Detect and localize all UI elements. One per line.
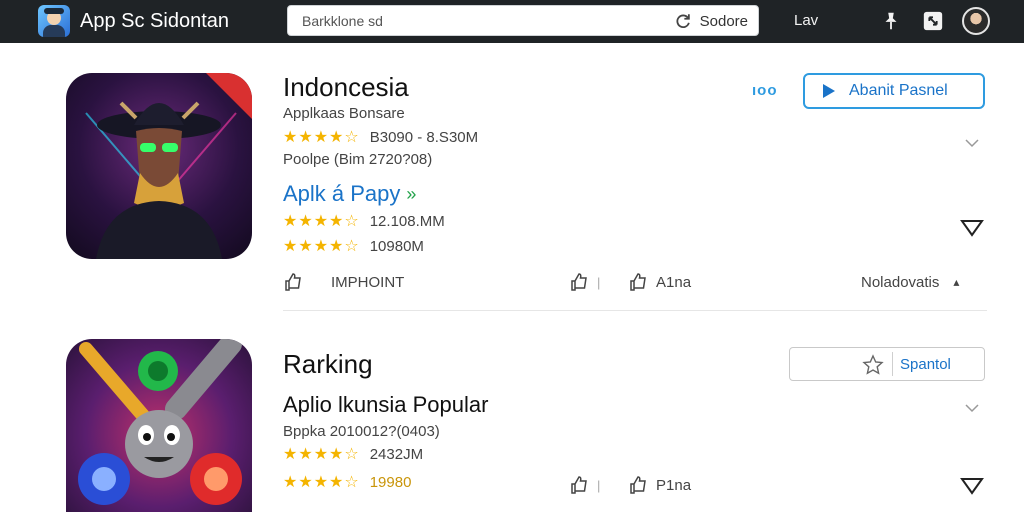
action-row-2: | P1na [283, 474, 987, 496]
app-icon-cowboy[interactable] [66, 73, 252, 259]
like-button[interactable]: | [569, 272, 600, 292]
divider [283, 310, 987, 311]
app-title-2: Rarking [283, 349, 373, 379]
rating-value: 2432JM [369, 445, 424, 463]
app-title-1: Indoncesia [283, 72, 409, 102]
rating-stars: ★★★★☆ [283, 129, 360, 146]
like-button[interactable]: | [569, 475, 600, 495]
chevron-right-icon: » [406, 183, 417, 204]
thumbs-up-icon [571, 273, 587, 291]
expand-icon[interactable] [920, 8, 946, 34]
impact-button[interactable]: IMPHOINT [283, 272, 404, 292]
secondary-action-button[interactable]: Spantol [789, 347, 985, 381]
search-input[interactable]: Barkklone sd Sodore [287, 5, 759, 36]
app-title: App Sc Sidontan [80, 10, 229, 32]
chevron-down-icon[interactable] [964, 400, 980, 416]
secondary-action-label: Spantol [900, 356, 951, 373]
rating-stars: ★★★★☆ [283, 446, 360, 463]
thumbs-up-icon [630, 273, 646, 291]
rating-row-4: ★★★★☆ 2432JM [283, 444, 423, 464]
rating-row-3: ★★★★☆ 10980M [283, 236, 424, 256]
thumbs-up-icon [285, 273, 301, 291]
rating-stars: ★★★★☆ [283, 238, 360, 255]
lav-link[interactable]: Lav [794, 12, 818, 29]
caret-up-icon: ▴ [953, 275, 960, 289]
rating-value: 10980M [369, 237, 424, 255]
separator: | [597, 477, 601, 493]
dropdown-triangle-icon[interactable] [960, 218, 984, 238]
primary-action-button[interactable]: Abanit Pasnel [803, 73, 985, 109]
notification-toggle[interactable]: Noladovatis ▴ [861, 274, 959, 291]
impact-label: IMPHOINT [331, 273, 405, 291]
thumbs-up-icon [630, 476, 646, 494]
app-icon-rocket[interactable] [66, 339, 252, 512]
rating-row-2: ★★★★☆ 12.108.MM [283, 211, 445, 231]
star-icon [862, 354, 884, 375]
reply-label: P1na [656, 476, 692, 494]
rating-value: B3090 - 8.S30M [369, 128, 479, 146]
people-count-2: Bppka 2010012?(0403) [283, 423, 440, 440]
app-link-1[interactable]: Aplk á Papy » [283, 181, 416, 207]
app-link-label: Aplk á Papy [283, 181, 401, 206]
rating-value: 12.108.MM [369, 212, 445, 230]
reply-label: A1na [656, 273, 692, 291]
reply-button[interactable]: A1na [628, 272, 691, 292]
notification-label: Noladovatis [861, 273, 940, 291]
rating-stars: ★★★★☆ [283, 213, 360, 230]
app-logo-icon[interactable] [38, 5, 70, 37]
avatar[interactable] [962, 7, 990, 35]
more-link[interactable]: ıoo [752, 82, 778, 99]
search-button[interactable]: Sodore [674, 9, 748, 33]
app-subtitle-1: Applkaas Bonsare [283, 105, 405, 122]
rating-row-1: ★★★★☆ B3090 - 8.S30M [283, 127, 478, 147]
top-bar: App Sc Sidontan Barkklone sd Sodore Lav [0, 0, 1024, 43]
primary-action-label: Abanit Pasnel [849, 82, 948, 99]
thumbs-up-icon [571, 476, 587, 494]
separator [892, 352, 893, 376]
people-count-1: Poolpe (Bim 2720?08) [283, 151, 433, 168]
play-icon [823, 84, 835, 98]
refresh-icon [676, 14, 690, 29]
action-row-1: IMPHOINT | A1na Noladovatis ▴ [283, 271, 987, 293]
chevron-down-icon[interactable] [964, 135, 980, 151]
reply-button[interactable]: P1na [628, 475, 691, 495]
pin-icon[interactable] [878, 8, 904, 34]
separator: | [597, 274, 601, 290]
search-button-label: Sodore [699, 12, 748, 30]
search-placeholder: Barkklone sd [302, 13, 383, 29]
app-subtitle-2: Aplio lkunsia Popular [283, 392, 489, 417]
